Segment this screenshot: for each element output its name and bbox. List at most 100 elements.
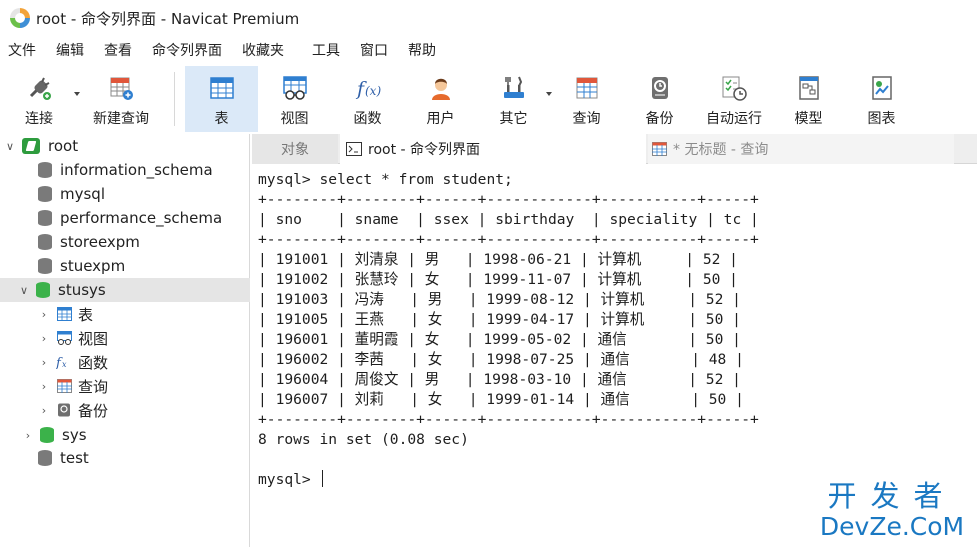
connect-label: 连接 [25,111,53,127]
function-icon: fx [56,355,72,370]
backup-icon [56,403,72,418]
tree-item-label: 查询 [78,377,109,396]
view-icon [56,331,72,346]
table-border-bottom: +--------+--------+------+------------+-… [258,411,759,428]
menu-tools[interactable]: 工具 [304,36,352,66]
tree-item-label: 视图 [78,329,109,348]
tree-db-sys[interactable]: › sys [22,423,87,447]
tree-item-tables[interactable]: › 表 [38,302,93,326]
backup-label: 备份 [645,111,674,127]
menu-window[interactable]: 窗口 [352,36,400,66]
result-summary: 8 rows in set (0.08 sec) [258,431,469,448]
db-label: sys [62,426,87,444]
chevron-down-icon[interactable]: ∨ [4,140,16,153]
chevron-right-icon[interactable]: › [38,308,50,321]
toolbar: 连接 新建查询 表 视图 f (x) 函数 用户 其它 查询 备份 自动运行 模… [0,66,977,132]
db-label: information_schema [60,161,213,179]
tree-db-information-schema[interactable]: information_schema [38,158,213,182]
tree-item-label: 表 [78,305,94,324]
navicat-logo-icon [10,8,30,28]
tree-item-queries[interactable]: › 查询 [38,374,108,398]
database-icon [38,186,52,202]
table-row: | 191003 | 冯涛 | 男 | 1999-08-12 | 计算机 | 5… [258,291,741,308]
chart-label: 图表 [867,111,896,127]
table-icon [56,307,72,322]
tree-db-mysql[interactable]: mysql [38,182,105,206]
menu-edit[interactable]: 编辑 [48,36,96,66]
chevron-right-icon[interactable]: › [38,332,50,345]
backup-button[interactable]: 备份 [623,66,696,132]
db-label: mysql [60,185,105,203]
chevron-right-icon[interactable]: › [38,356,50,369]
automation-button[interactable]: 自动运行 [696,66,772,132]
tab-console[interactable]: root - 命令列界面 [340,134,646,164]
chevron-down-icon[interactable]: ∨ [18,284,30,297]
tree-item-backups[interactable]: › 备份 [38,398,108,422]
menu-view[interactable]: 查看 [96,36,144,66]
table-row: | 191001 | 刘清泉 | 男 | 1998-06-21 | 计算机 | … [258,251,738,268]
table-row: | 196004 | 周俊文 | 男 | 1998-03-10 | 通信 | 5… [258,371,741,388]
tree-db-test[interactable]: test [38,446,89,470]
new-query-label: 新建查询 [93,111,149,127]
tree-db-storeexpm[interactable]: storeexpm [38,230,140,254]
table-row: | 191005 | 王燕 | 女 | 1999-04-17 | 计算机 | 5… [258,311,741,328]
table-header-row: | sno | sname | ssex | sbirthday | speci… [258,211,759,228]
tree-db-performance-schema[interactable]: performance_schema [38,206,222,230]
query-label: 查询 [572,111,601,127]
database-icon [38,258,52,274]
database-icon [38,162,52,178]
tree-item-label: 函数 [78,353,109,372]
svg-text:x: x [62,360,67,369]
tree-db-stuexpm[interactable]: stuexpm [38,254,125,278]
table-border-mid: +--------+--------+------+------------+-… [258,231,759,248]
table-row: | 196001 | 董明霞 | 女 | 1999-05-02 | 通信 | 5… [258,331,741,348]
view-label: 视图 [280,111,309,127]
plug-icon [25,74,53,102]
model-button[interactable]: 模型 [772,66,845,132]
query-button[interactable]: 查询 [550,66,623,132]
tab-bar: 对象 root - 命令列界面 * 无标题 - 查询 [252,134,977,164]
tree-item-functions[interactable]: › fx 函数 [38,350,108,374]
automation-label: 自动运行 [706,111,762,127]
watermark-en: DevZe.CoM [819,512,965,541]
tree-item-views[interactable]: › 视图 [38,326,108,350]
function-button[interactable]: f (x) 函数 [331,66,404,132]
table-button[interactable]: 表 [185,66,258,132]
menu-favorites[interactable]: 收藏夹 [234,36,296,66]
table-row: | 196007 | 刘莉 | 女 | 1999-01-14 | 通信 | 50… [258,391,744,408]
navigation-pane: ∨ root information_schema mysql performa… [0,134,250,547]
query-icon [652,142,667,156]
connect-button[interactable]: 连接 [0,66,80,132]
view-icon [281,74,309,102]
chevron-right-icon[interactable]: › [38,380,50,393]
other-button[interactable]: 其它 [477,66,552,132]
toolbar-separator [174,72,175,126]
table-border-top: +--------+--------+------+------------+-… [258,191,759,208]
backup-icon [646,74,674,102]
title-bar: root - 命令列界面 - Navicat Premium [0,0,977,36]
model-label: 模型 [794,111,823,127]
tab-untitled-query[interactable]: * 无标题 - 查询 [648,134,954,164]
tab-label: * 无标题 - 查询 [673,142,769,158]
menu-file[interactable]: 文件 [0,36,48,66]
new-query-button[interactable]: 新建查询 [78,66,164,132]
user-label: 用户 [426,111,455,127]
svg-text:(x): (x) [365,84,381,98]
tree-db-stusys[interactable]: ∨ stusys [0,278,250,302]
tree-connection-root[interactable]: ∨ root [4,134,78,158]
chart-button[interactable]: 图表 [845,66,918,132]
tab-objects[interactable]: 对象 [252,134,338,164]
menu-bar: 文件 编辑 查看 命令列界面 收藏夹 工具 窗口 帮助 [0,36,977,66]
user-icon [427,74,455,102]
menu-console[interactable]: 命令列界面 [144,36,234,66]
mysql-connection-icon [22,138,40,154]
user-button[interactable]: 用户 [404,66,477,132]
db-label: test [60,449,89,467]
query-icon [56,379,72,394]
view-button[interactable]: 视图 [258,66,331,132]
table-icon [208,74,236,102]
menu-help[interactable]: 帮助 [400,36,448,66]
chevron-right-icon[interactable]: › [22,429,34,442]
table-row: | 196002 | 李茜 | 女 | 1998-07-25 | 通信 | 48… [258,351,744,368]
chevron-right-icon[interactable]: › [38,404,50,417]
